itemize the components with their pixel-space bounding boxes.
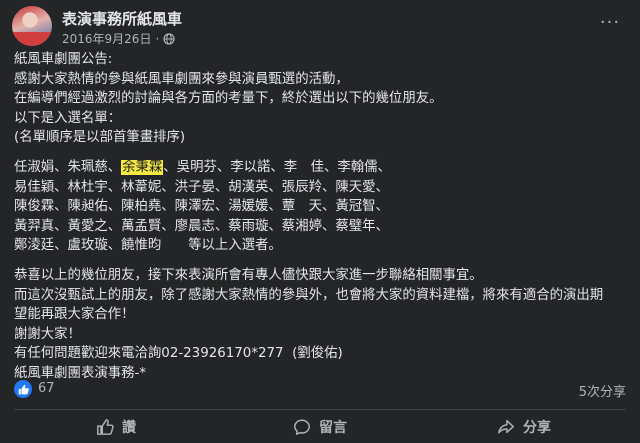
share-label: 分享 [523,420,551,436]
page-name-link[interactable]: 表演事務所紙風車 [62,8,182,29]
post-actions: 讚 留言 分享 [14,412,626,442]
names-line: 任淑娟、朱珮慈、余秉霖、吳明芬、李以諾、李 佳、李翰儒、 [14,158,626,178]
post-header: 表演事務所紙風車 2016年9月26日 · ··· [10,6,630,48]
body-line: 有任何問題歡迎來電洽詢02-23926170*277 (劉俊佑) [14,346,343,362]
divider [14,409,626,410]
thumbs-up-icon [97,419,114,435]
share-button[interactable]: 分享 [422,412,626,442]
share-arrow-icon [498,419,514,434]
comment-button[interactable]: 留言 [218,412,422,442]
highlighted-name: 余秉霖 [121,159,164,175]
like-count[interactable]: 67 [38,381,55,396]
names-line: 陳俊霖、陳昶佑、陳柏堯、陳澤宏、湯媛媛、蕈 天、黃冠智、 [14,199,389,215]
thumbs-up-icon [18,384,29,394]
comment-label: 留言 [319,420,347,436]
body-line: 在編導們經過激烈的討論與各方面的考量下，終於選出以下的幾位朋友。 [14,91,443,107]
body-line: 望能再跟大家合作！ [14,307,135,323]
post-date-link[interactable]: 2016年9月26日 [62,30,151,47]
like-label: 讚 [122,420,136,436]
body-line: (名單順序是以部首筆畫排序) [14,130,186,146]
names-pre: 任淑娟、朱珮慈、 [14,159,122,175]
names-line: 黃羿真、黃愛之、萬孟賢、廖晨志、蔡雨璇、蔡湘婷、蔡璧年、 [14,218,389,234]
globe-icon [163,32,175,45]
more-options-button[interactable]: ··· [596,12,624,33]
names-line: 易佳穎、林杜宇、林葦妮、洪子晏、胡漢英、張辰羚、陳天愛、 [14,179,389,195]
middot: · [155,31,160,46]
names-post: 、吳明芬、李以諾、李 佳、李翰儒、 [163,159,391,175]
body-line: 以下是入選名單： [14,110,122,126]
names-line: 鄭淩廷、盧玫璇、饒惟昀 等以上入選者。 [14,238,282,254]
facebook-post: 表演事務所紙風車 2016年9月26日 · ··· 紙風車劇團公告: 感謝大家熱… [0,0,640,443]
body-line: 謝謝大家！ [14,326,81,342]
body-line: 感謝大家熱情的參與紙風車劇團來參與演員甄選的活動， [14,71,349,87]
page-avatar[interactable] [12,6,52,46]
body-line: 紙風車劇團公告: [14,52,113,67]
like-button[interactable]: 讚 [14,412,218,442]
reaction-stats: 67 5次分享 [14,378,626,400]
body-line: 而這次沒甄試上的朋友，除了感謝大家熱情的參與外，也會將大家的資料建檔，將來有適合… [14,287,604,303]
comment-bubble-icon [294,419,310,435]
share-count[interactable]: 5次分享 [579,381,626,400]
post-meta: 2016年9月26日 · [62,30,175,47]
body-line: 恭喜以上的幾位朋友，接下來表演所會有專人儘快跟大家進一步聯絡相關事宜。 [14,267,483,283]
post-body: 紙風車劇團公告: 感謝大家熱情的參與紙風車劇團來參與演員甄選的活動， 在編導們經… [14,50,626,384]
like-reaction-icon[interactable] [14,380,32,398]
